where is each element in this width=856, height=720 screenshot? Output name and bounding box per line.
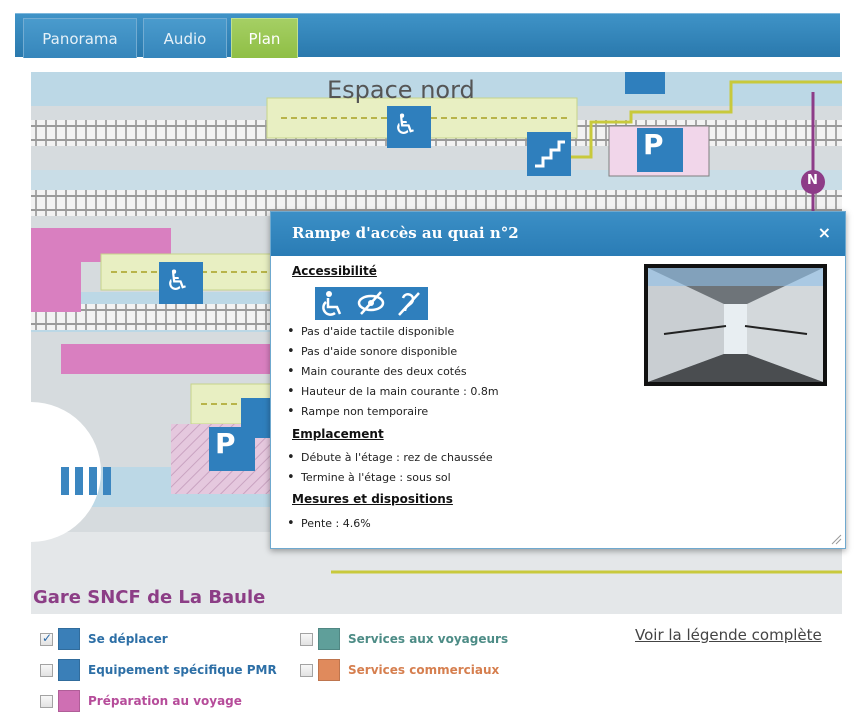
list-item: Rampe non temporaire (287, 402, 499, 422)
list-item: Hauteur de la main courante : 0.8m (287, 382, 499, 402)
parking-icon-2: P (215, 427, 236, 460)
list-item: Main courante des deux cotés (287, 362, 499, 382)
section-heading-measures: Mesures et dispositions (292, 492, 453, 506)
legend-item-se-deplacer[interactable]: Se déplacer (40, 628, 168, 650)
tab-audio[interactable]: Audio (143, 18, 227, 58)
legend-item-preparation-voyage[interactable]: Préparation au voyage (40, 690, 242, 712)
legend-item-services-voyageurs[interactable]: Services aux voyageurs (300, 628, 508, 650)
hearing-impairment-icon (398, 292, 420, 316)
measures-list: Pente : 4.6% (287, 514, 371, 534)
checkbox[interactable] (40, 694, 53, 708)
full-legend-link[interactable]: Voir la légende complète (635, 626, 822, 644)
accessibility-list: Pas d'aide tactile disponible Pas d'aide… (287, 322, 499, 422)
legend-swatch (58, 628, 80, 650)
section-heading-location: Emplacement (292, 427, 384, 441)
tab-plan[interactable]: Plan (231, 18, 298, 58)
wheelchair-icon (322, 291, 342, 316)
tab-panorama[interactable]: Panorama (23, 18, 137, 58)
legend-item-services-commerciaux[interactable]: Services commerciaux (300, 659, 499, 681)
zone-label: Espace nord (327, 76, 475, 104)
ramp-photo (644, 264, 827, 386)
checkbox[interactable] (300, 663, 313, 677)
legend-label: Se déplacer (88, 632, 168, 646)
section-heading-accessibility: Accessibilité (292, 264, 377, 278)
checkbox[interactable] (300, 632, 313, 646)
wheelchair-icon-2[interactable]: ♿ (165, 264, 190, 297)
legend-swatch (318, 628, 340, 650)
accessibility-icons (315, 287, 428, 320)
close-icon[interactable]: × (818, 223, 831, 242)
legend-label: Préparation au voyage (88, 694, 242, 708)
location-list: Débute à l'étage : rez de chaussée Termi… (287, 448, 493, 488)
legend-label: Equipement spécifique PMR (88, 663, 277, 677)
list-item: Termine à l'étage : sous sol (287, 468, 493, 488)
visual-impairment-icon (357, 291, 385, 315)
checkbox[interactable] (40, 663, 53, 677)
wheelchair-icon[interactable]: ♿ (393, 108, 418, 141)
parking-icon: P (643, 128, 664, 161)
legend-swatch (318, 659, 340, 681)
legend-label: Services commerciaux (348, 663, 500, 677)
legend-swatch (58, 659, 80, 681)
legend-item-equipement-pmr[interactable]: Equipement spécifique PMR (40, 659, 277, 681)
resize-handle[interactable] (830, 533, 842, 545)
popup-title: Rampe d'accès au quai n°2 (292, 224, 519, 242)
north-icon: N (807, 173, 818, 188)
tab-bar: Panorama Audio Plan (15, 13, 840, 58)
legend-label: Services aux voyageurs (348, 632, 509, 646)
list-item: Pente : 4.6% (287, 514, 371, 534)
info-popup: Rampe d'accès au quai n°2 × Accessibilit… (270, 211, 846, 549)
list-item: Pas d'aide sonore disponible (287, 342, 499, 362)
list-item: Pas d'aide tactile disponible (287, 322, 499, 342)
legend-swatch (58, 690, 80, 712)
checkbox[interactable] (40, 631, 53, 646)
station-name: Gare SNCF de La Baule (33, 587, 266, 608)
popup-header: Rampe d'accès au quai n°2 × (271, 212, 845, 256)
list-item: Débute à l'étage : rez de chaussée (287, 448, 493, 468)
